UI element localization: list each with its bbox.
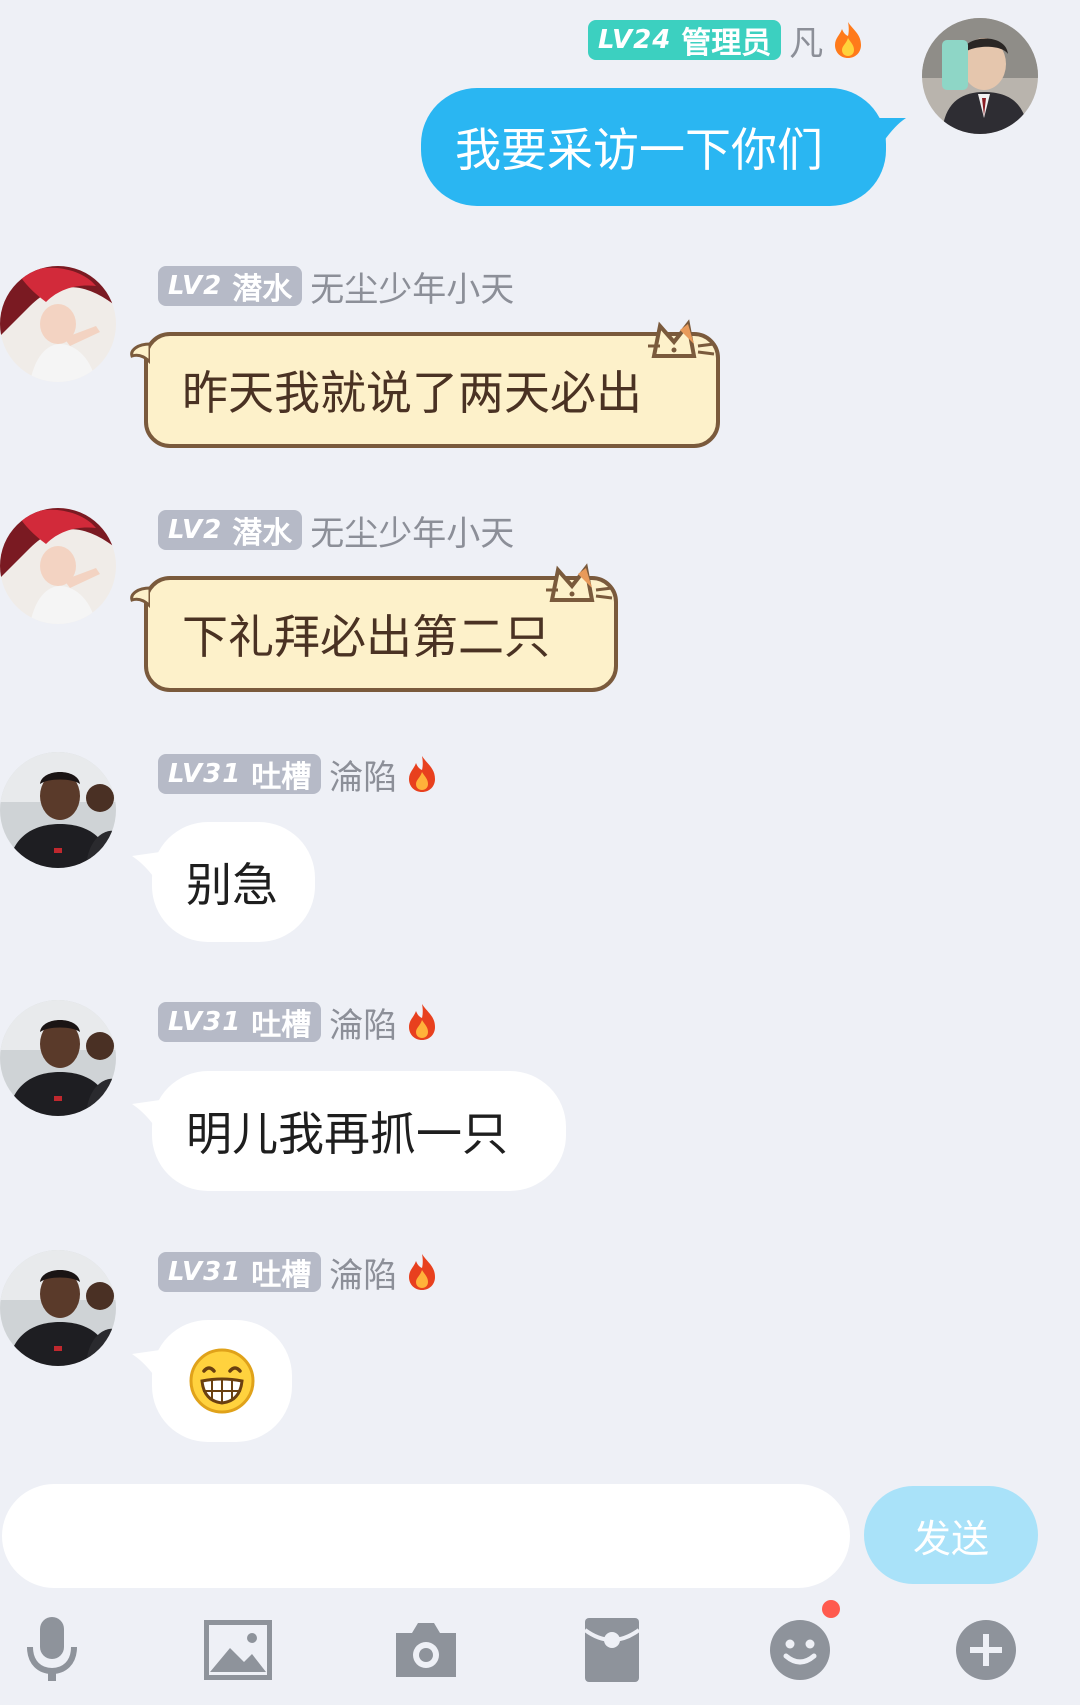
message-bubble[interactable]: 我要采访一下你们 (421, 88, 886, 206)
bubble-tail (876, 118, 906, 152)
message-meta: LV31 吐槽 淪陷 (158, 1000, 439, 1046)
flame-icon (409, 756, 436, 792)
sender-avatar[interactable] (0, 752, 116, 868)
level-text: LV2 (168, 515, 223, 545)
sender-name: 淪陷 (329, 1255, 398, 1296)
role-text: 吐槽 (251, 760, 312, 795)
message-text: 我要采访一下你们 (455, 123, 823, 177)
red-packet-icon (583, 1618, 641, 1682)
level-badge: LV31 吐槽 (158, 1252, 322, 1293)
my-avatar[interactable] (922, 18, 1038, 134)
cat-ears-decoration (648, 319, 715, 358)
level-badge: LV2 潜水 (158, 266, 303, 307)
input-toolbar (0, 1600, 1080, 1705)
sender-name: 无尘少年小天 (310, 269, 515, 310)
sender-name: 凡 (789, 23, 824, 64)
sender-avatar[interactable] (0, 1250, 116, 1366)
microphone-icon (27, 1617, 77, 1681)
role-text: 管理员 (681, 26, 772, 61)
voice-button[interactable] (12, 1610, 92, 1690)
bubble-tail (132, 1350, 160, 1384)
notification-dot (822, 1600, 840, 1618)
sender-avatar[interactable] (0, 266, 116, 382)
message-meta: LV2 潜水 无尘少年小天 (158, 264, 515, 310)
level-text: LV31 (168, 1257, 242, 1287)
level-badge: LV2 潜水 (158, 510, 303, 551)
level-badge: LV31 吐槽 (158, 754, 322, 795)
bubble-tail (132, 1100, 160, 1134)
image-button[interactable] (198, 1610, 278, 1690)
message-meta: LV2 潜水 无尘少年小天 (158, 508, 515, 554)
composer-bar: 发送 (0, 1484, 1080, 1588)
role-text: 潜水 (232, 516, 293, 551)
message-text: 昨天我就说了两天必出 (182, 366, 642, 420)
message-meta: LV31 吐槽 淪陷 (158, 752, 439, 798)
level-text: LV31 (168, 1007, 242, 1037)
message-text: 明儿我再抓一只 (186, 1107, 508, 1161)
message-text: 别急 (186, 858, 278, 912)
role-text: 潜水 (232, 272, 293, 307)
send-button[interactable]: 发送 (864, 1486, 1038, 1584)
emoji-icon (770, 1620, 830, 1680)
role-text: 吐槽 (251, 1258, 312, 1293)
image-icon (204, 1620, 272, 1680)
role-text: 吐槽 (251, 1008, 312, 1043)
emoji-button[interactable] (760, 1600, 840, 1690)
level-text: LV24 (598, 25, 672, 55)
bubble-tail (130, 586, 150, 608)
sender-name: 淪陷 (329, 757, 398, 798)
level-text: LV2 (168, 271, 223, 301)
sender-avatar[interactable] (0, 1000, 116, 1116)
level-text: LV31 (168, 759, 242, 789)
message-meta: LV24 管理员 凡 (588, 18, 865, 64)
sender-avatar[interactable] (0, 508, 116, 624)
message-input[interactable] (2, 1484, 850, 1588)
message-bubble[interactable]: 明儿我再抓一只 (152, 1071, 566, 1191)
level-badge: LV24 管理员 (588, 20, 782, 61)
message-bubble[interactable]: 昨天我就说了两天必出 (144, 332, 720, 448)
flame-icon (409, 1004, 436, 1040)
message-bubble[interactable] (152, 1320, 292, 1442)
flame-icon (409, 1254, 436, 1290)
sender-name: 淪陷 (329, 1005, 398, 1046)
red-packet-button[interactable] (572, 1610, 652, 1690)
level-badge: LV31 吐槽 (158, 1002, 322, 1043)
grinning-face-icon (189, 1348, 255, 1414)
flame-icon (835, 22, 862, 58)
sender-name: 无尘少年小天 (310, 513, 515, 554)
message-text: 下礼拜必出第二只 (182, 610, 550, 664)
camera-button[interactable] (386, 1610, 466, 1690)
more-button[interactable] (946, 1610, 1026, 1690)
bubble-tail (130, 342, 150, 364)
message-bubble[interactable]: 别急 (152, 822, 315, 942)
camera-icon (396, 1623, 456, 1677)
message-meta: LV31 吐槽 淪陷 (158, 1250, 439, 1296)
bubble-tail (132, 852, 160, 886)
plus-icon (956, 1620, 1016, 1680)
cat-ears-decoration (546, 563, 613, 602)
